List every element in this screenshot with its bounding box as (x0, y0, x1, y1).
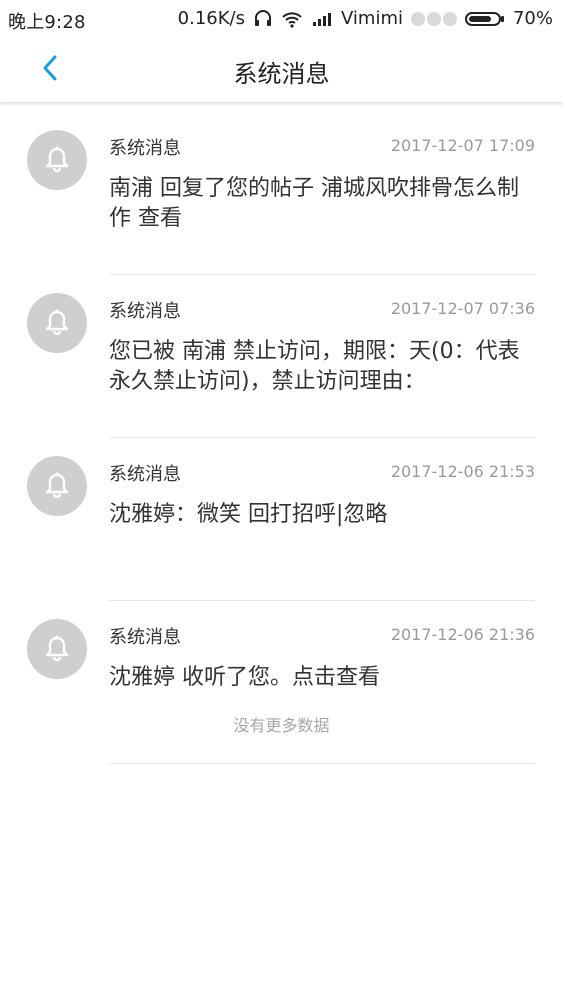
bell-icon (40, 141, 74, 179)
avatar (27, 130, 87, 190)
message-list: 系统消息 2017-12-07 17:09 南浦 回复了您的帖子 浦城风吹排骨怎… (0, 112, 563, 764)
bell-icon (40, 304, 74, 342)
message-time: 2017-12-06 21:53 (390, 462, 535, 481)
network-speed: 0.16K/s (177, 8, 245, 29)
message-content[interactable]: 沈雅婷：微笑 回打招呼|忽略 (109, 500, 539, 530)
headphones-icon (253, 9, 273, 28)
bell-icon (40, 630, 74, 668)
no-more-data-text: 没有更多数据 (233, 716, 330, 735)
bell-icon (40, 467, 74, 505)
message-item[interactable]: 系统消息 2017-12-07 07:36 您已被 南浦 禁止访问，期限：天(0… (0, 275, 563, 438)
message-item[interactable]: 系统消息 2017-12-06 21:53 沈雅婷：微笑 回打招呼|忽略 (0, 438, 563, 601)
message-content[interactable]: 南浦 回复了您的帖子 浦城风吹排骨怎么制作 查看 (109, 174, 539, 234)
message-time: 2017-12-07 07:36 (390, 299, 535, 318)
message-sender: 系统消息 (109, 627, 181, 648)
carrier-badge-icon (410, 11, 457, 26)
status-right-group: 0.16K/s Vimimi 70% (178, 8, 553, 29)
message-content[interactable]: 您已被 南浦 禁止访问，期限：天(0：代表永久禁止访问)，禁止访问理由： (109, 337, 539, 397)
message-sender: 系统消息 (109, 301, 181, 322)
signal-icon (311, 10, 333, 28)
wifi-icon (281, 10, 303, 28)
divider (109, 763, 535, 764)
message-time: 2017-12-06 21:36 (390, 625, 535, 644)
carrier-name: Vimimi (340, 8, 403, 29)
message-item[interactable]: 系统消息 2017-12-07 17:09 南浦 回复了您的帖子 浦城风吹排骨怎… (0, 112, 563, 275)
app-header: 系统消息 (0, 40, 563, 103)
message-sender: 系统消息 (109, 138, 181, 159)
status-bar: 晚上9:28 0.16K/s Vimimi 70% (0, 0, 563, 40)
battery-percent: 70% (512, 8, 553, 29)
battery-icon (464, 10, 505, 28)
message-content[interactable]: 沈雅婷 收听了您。点击查看 (109, 663, 539, 693)
avatar (27, 293, 87, 353)
message-sender: 系统消息 (109, 464, 181, 485)
page-title: 系统消息 (233, 60, 330, 88)
message-item[interactable]: 系统消息 2017-12-06 21:36 沈雅婷 收听了您。点击查看 (0, 601, 563, 764)
status-time: 晚上9:28 (8, 12, 86, 33)
avatar (27, 619, 87, 679)
avatar (27, 456, 87, 516)
message-time: 2017-12-07 17:09 (390, 136, 535, 155)
